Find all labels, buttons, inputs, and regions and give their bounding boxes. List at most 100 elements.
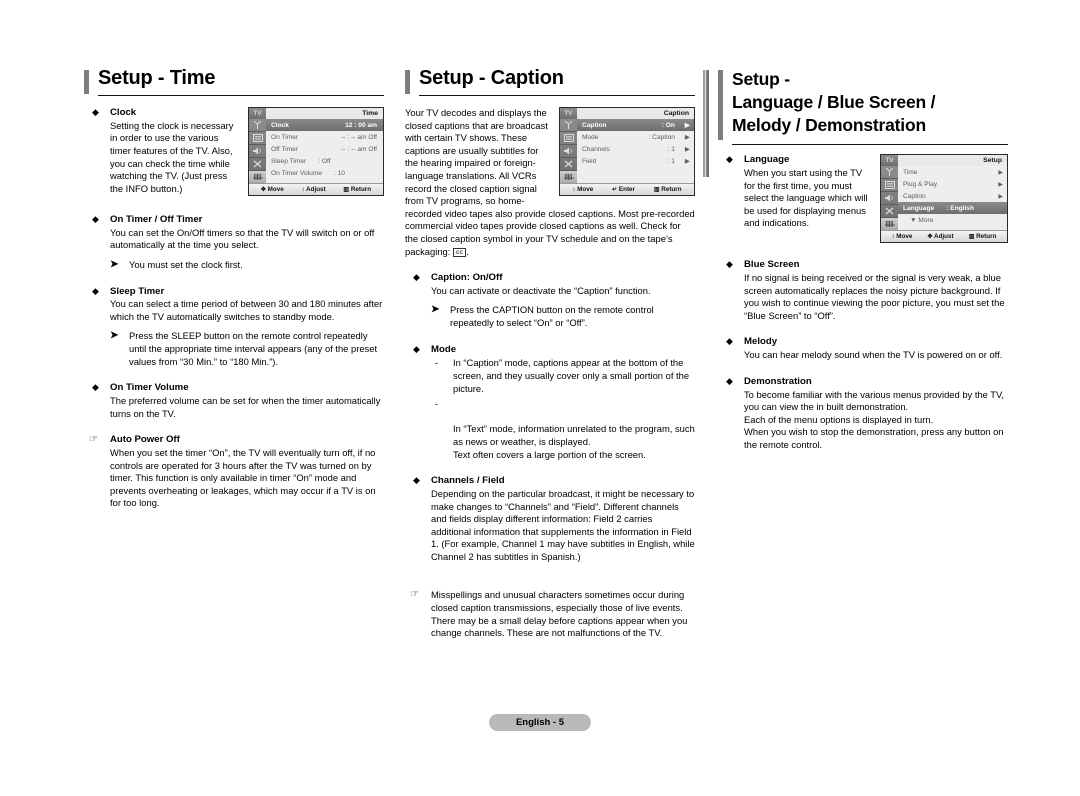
language-section-wrapper: TV Setup Time ▶ Plug & Play ▶ Caption ▶ …	[718, 154, 1008, 247]
note-text: Press the CAPTION button on the remote c…	[450, 304, 654, 329]
list-item: - In “Caption” mode, captions appear at …	[431, 357, 695, 395]
section-body: To become familiar with the various menu…	[744, 388, 1005, 450]
section-body: You can activate or deactivate the “Capt…	[431, 284, 651, 296]
section-caption-onoff: ◆ Caption: On/Off You can activate or de…	[405, 272, 695, 330]
osd-row-value: : 1	[667, 157, 675, 165]
section-language: ◆ Language When you start using the TV f…	[718, 154, 1008, 230]
diamond-bullet-icon: ◆	[726, 336, 733, 347]
osd-caption-menu[interactable]: TV Caption Caption: On ▶ Mode: Caption…	[559, 107, 695, 196]
heading-setup-language: Setup - Language / Blue Screen / Melody …	[718, 68, 1008, 146]
heading-setup-caption: Setup - Caption	[405, 68, 695, 98]
section-clock: ◆ Clock Setting the clock is necessary i…	[84, 107, 384, 195]
return-icon: ▥	[968, 234, 975, 241]
section-title: Clock	[110, 107, 137, 118]
diamond-bullet-icon: ◆	[92, 107, 99, 117]
hint-move: ↕ Move	[572, 186, 594, 193]
heading-rule	[732, 144, 1008, 146]
section-title: On Timer / Off Timer	[110, 214, 203, 225]
osd-row-label: Caption	[582, 121, 607, 129]
dash-bullet-icon: -	[435, 398, 439, 410]
osd-row-field[interactable]: Field : 1 ▶	[577, 155, 694, 167]
hand-pointer-icon: ☞	[89, 434, 98, 446]
section-body: You can hear melody sound when the TV is…	[744, 349, 1003, 361]
section-note: ➤ Press the CAPTION button on the remote…	[431, 304, 695, 329]
move-icon: ↕	[891, 234, 895, 241]
list-item: - In “Text” mode, information unrelated …	[431, 398, 695, 461]
section-title: On Timer Volume	[110, 382, 189, 394]
note-text: Press the SLEEP button on the remote con…	[129, 330, 378, 367]
osd-row-list: Caption : On ▶ Mode : Caption ▶ Channels…	[577, 119, 694, 183]
mode-dash-list: - In “Caption” mode, captions appear at …	[431, 357, 695, 461]
section-title: Caption: On/Off	[431, 272, 503, 284]
closed-caption-symbol-icon: cc	[452, 247, 467, 257]
diamond-bullet-icon: ◆	[92, 285, 99, 296]
section-sleep-timer: ◆ Sleep Timer You can select a time peri…	[84, 286, 384, 369]
section-title: Mode	[431, 343, 457, 355]
section-note: ➤ You must set the clock first.	[110, 259, 384, 272]
chevron-right-icon: ▶	[684, 122, 690, 129]
return-icon: ▥	[653, 187, 660, 193]
hint-adjust: ✥ Adjust	[927, 233, 954, 241]
section-auto-power-off: ☞ Auto Power Off When you set the timer …	[84, 434, 384, 510]
column-divider	[703, 70, 709, 177]
diamond-bullet-icon: ◆	[413, 272, 420, 283]
osd-row-spacer	[577, 167, 694, 179]
section-body: Misspellings and unusual characters some…	[431, 589, 688, 639]
section-clock-wrapper: TV Time Clock 12: 00 am On Timer --: -…	[84, 107, 384, 200]
section-caption-misspellings: ☞ Misspellings and unusual characters so…	[405, 589, 695, 639]
section-title: Sleep Timer	[110, 285, 165, 297]
column-setup-time: Setup - Time TV Time Clock 12: 00 am On…	[84, 68, 384, 510]
antenna-icon[interactable]	[560, 119, 577, 132]
diamond-bullet-icon: ◆	[92, 382, 99, 393]
section-note: ➤ Press the SLEEP button on the remote c…	[110, 330, 384, 368]
osd-row-channels[interactable]: Channels : 1 ▶	[577, 143, 694, 155]
setup-icon[interactable]	[560, 171, 577, 183]
section-body: The preferred volume can be set for when…	[110, 395, 381, 419]
hint-move: ↕ Move	[891, 233, 913, 241]
section-title: Demonstration	[744, 375, 812, 387]
note-arrow-icon: ➤	[110, 330, 119, 342]
column-setup-caption: Setup - Caption TV Caption Caption: On …	[405, 68, 695, 640]
osd-title: Caption	[577, 108, 694, 119]
intro-period: .	[466, 245, 469, 257]
manual-page: Setup - Time TV Time Clock 12: 00 am On…	[0, 0, 1080, 796]
channel-icon[interactable]	[560, 158, 577, 171]
chevron-right-icon: ▶	[684, 134, 690, 141]
caption-intro-wrapper: TV Caption Caption: On ▶ Mode: Caption…	[405, 107, 695, 258]
note-arrow-icon: ➤	[431, 304, 440, 316]
osd-tv-label: TV	[560, 108, 577, 119]
section-title: Language	[744, 154, 790, 166]
osd-row-value: : On	[661, 121, 675, 129]
section-body: If no signal is being received or the si…	[744, 272, 1005, 321]
heading-rule	[98, 95, 384, 96]
diamond-bullet-icon: ◆	[413, 343, 420, 354]
osd-row-value: : Caption	[648, 133, 675, 141]
diamond-bullet-icon: ◆	[726, 154, 733, 165]
sound-icon[interactable]	[560, 145, 577, 158]
list-item-text: In “Caption” mode, captions appear at th…	[453, 357, 690, 394]
osd-row-label: Field	[582, 157, 597, 165]
picture-icon[interactable]	[560, 132, 577, 145]
osd-row-caption[interactable]: Caption : On ▶	[577, 119, 694, 131]
section-on-off-timer: ◆ On Timer / Off Timer You can set the O…	[84, 214, 384, 272]
page-title: Setup - Time	[98, 67, 216, 89]
hand-pointer-icon: ☞	[410, 589, 419, 601]
chevron-right-icon: ▶	[684, 146, 690, 153]
osd-footer-hints: ↕ Move ✥ Adjust ▥ Return	[881, 230, 1007, 243]
chevron-right-icon: ▶	[684, 158, 690, 165]
diamond-bullet-icon: ◆	[726, 375, 733, 386]
note-arrow-icon: ➤	[110, 258, 119, 270]
osd-row-mode[interactable]: Mode : Caption ▶	[577, 131, 694, 143]
osd-row-value: : 1	[667, 145, 675, 153]
heading-rule	[419, 95, 695, 96]
list-item-text: In “Text” mode, information unrelated to…	[453, 423, 695, 460]
page-title: Setup - Language / Blue Screen / Melody …	[732, 69, 936, 136]
section-body: Setting the clock is necessary in order …	[110, 119, 234, 194]
osd-row-label: Channels	[582, 145, 610, 153]
section-mode: ◆ Mode - In “Caption” mode, captions app…	[405, 344, 695, 462]
dash-bullet-icon: -	[435, 357, 439, 369]
section-body: When you set the timer “On”, the TV will…	[110, 446, 376, 509]
section-body: You can select a time period of between …	[110, 298, 383, 322]
page-title: Setup - Caption	[419, 67, 564, 89]
page-number-badge: English - 5	[489, 714, 591, 731]
